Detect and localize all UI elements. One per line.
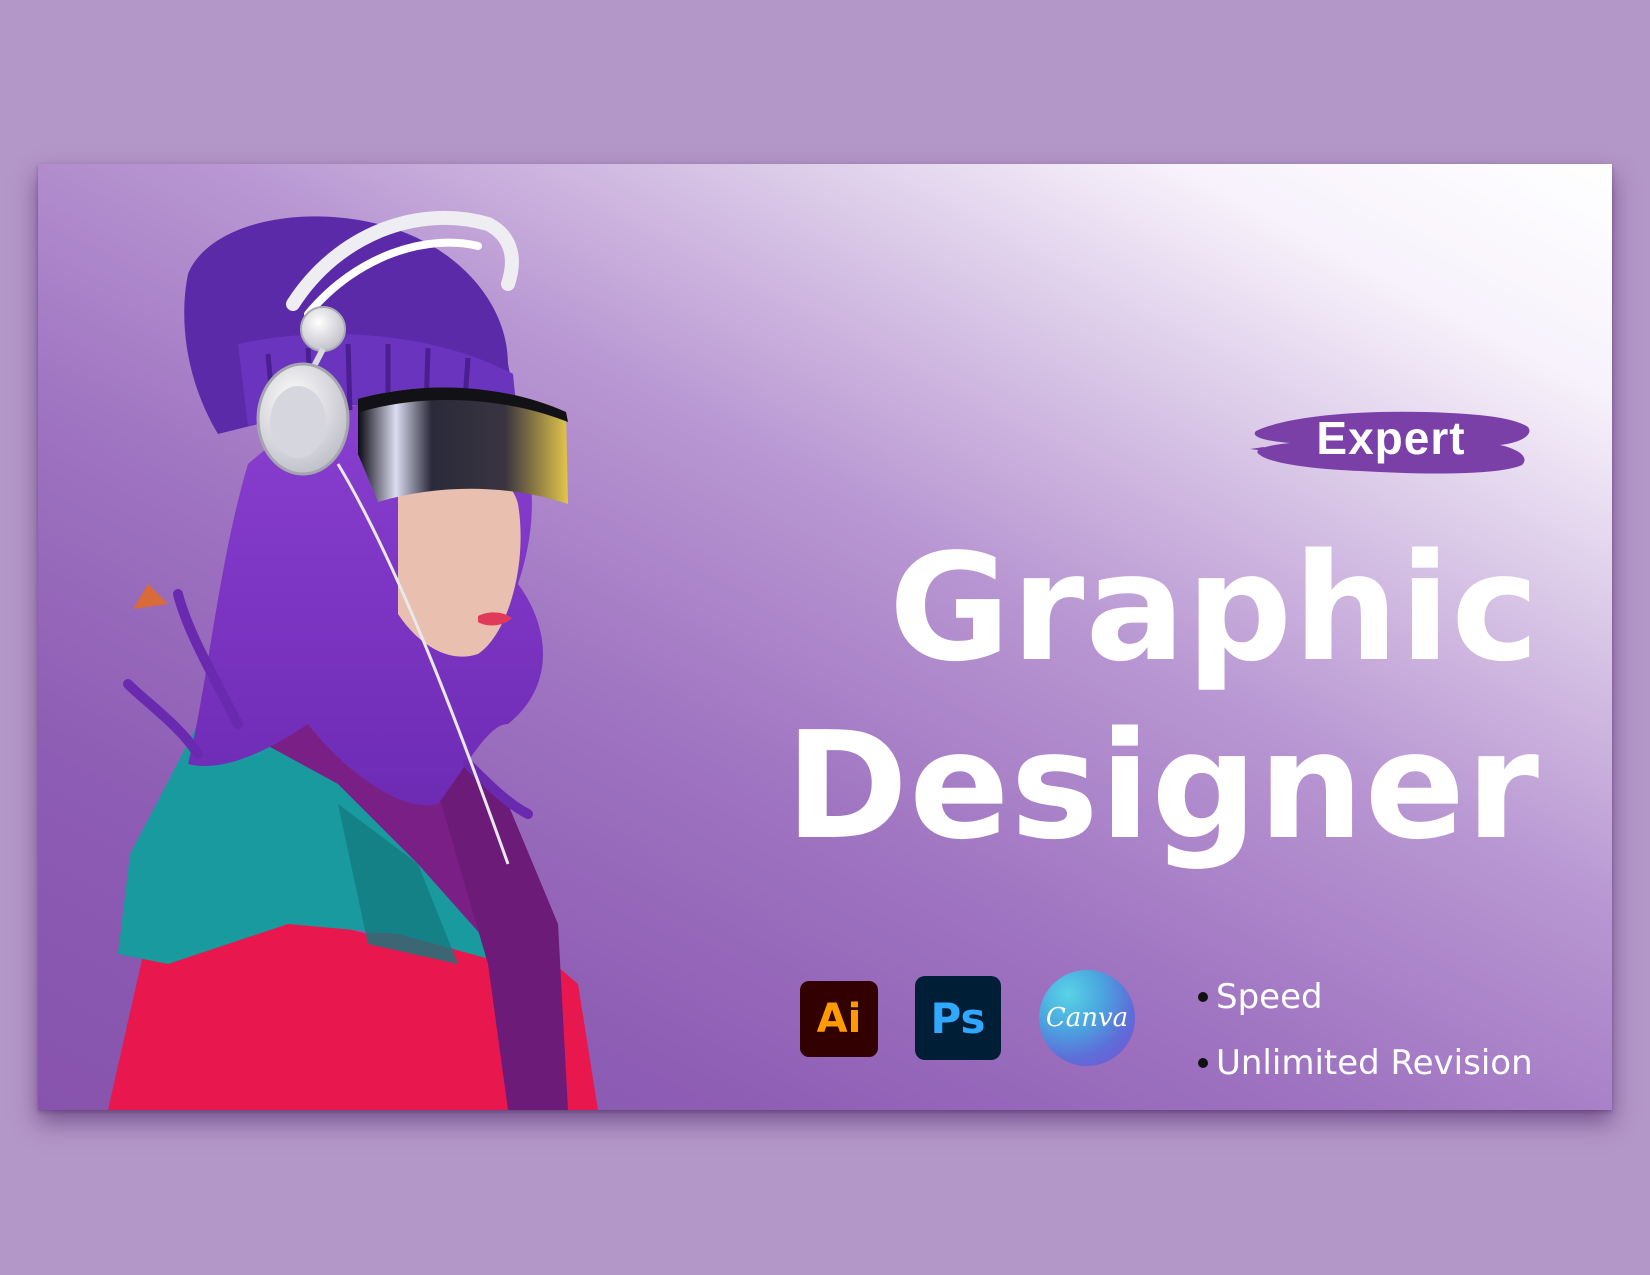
feature-unlimited-revision: Unlimited Revision xyxy=(1216,1043,1533,1083)
feature-item: Unlimited Revision xyxy=(1198,1030,1533,1096)
expert-label: Expert xyxy=(1316,412,1466,464)
canva-icon: Canva xyxy=(1039,970,1135,1066)
photoshop-icon: Ps xyxy=(915,976,1001,1060)
bullet-icon xyxy=(1198,991,1208,1002)
headphone-small-cup xyxy=(300,306,346,352)
feature-list: Speed Unlimited Revision xyxy=(1198,964,1533,1096)
photoshop-label: Ps xyxy=(930,993,986,1043)
person-with-headphones-illustration xyxy=(108,210,598,1110)
bullet-icon xyxy=(1198,1057,1208,1068)
illustrator-label: Ai xyxy=(816,996,862,1042)
expert-badge: Expert xyxy=(1250,405,1532,477)
banner: Expert Graphic Designer Ai Ps Canva Spee… xyxy=(38,164,1612,1110)
hair-orange-tips xyxy=(133,584,168,609)
illustrator-icon: Ai xyxy=(800,981,878,1057)
feature-item: Speed xyxy=(1198,964,1533,1030)
headline: Graphic Designer xyxy=(785,519,1540,875)
headline-line-2: Designer xyxy=(785,700,1540,872)
feature-speed: Speed xyxy=(1216,977,1323,1017)
headline-line-1: Graphic xyxy=(888,522,1540,694)
canva-label: Canva xyxy=(1045,1003,1129,1033)
